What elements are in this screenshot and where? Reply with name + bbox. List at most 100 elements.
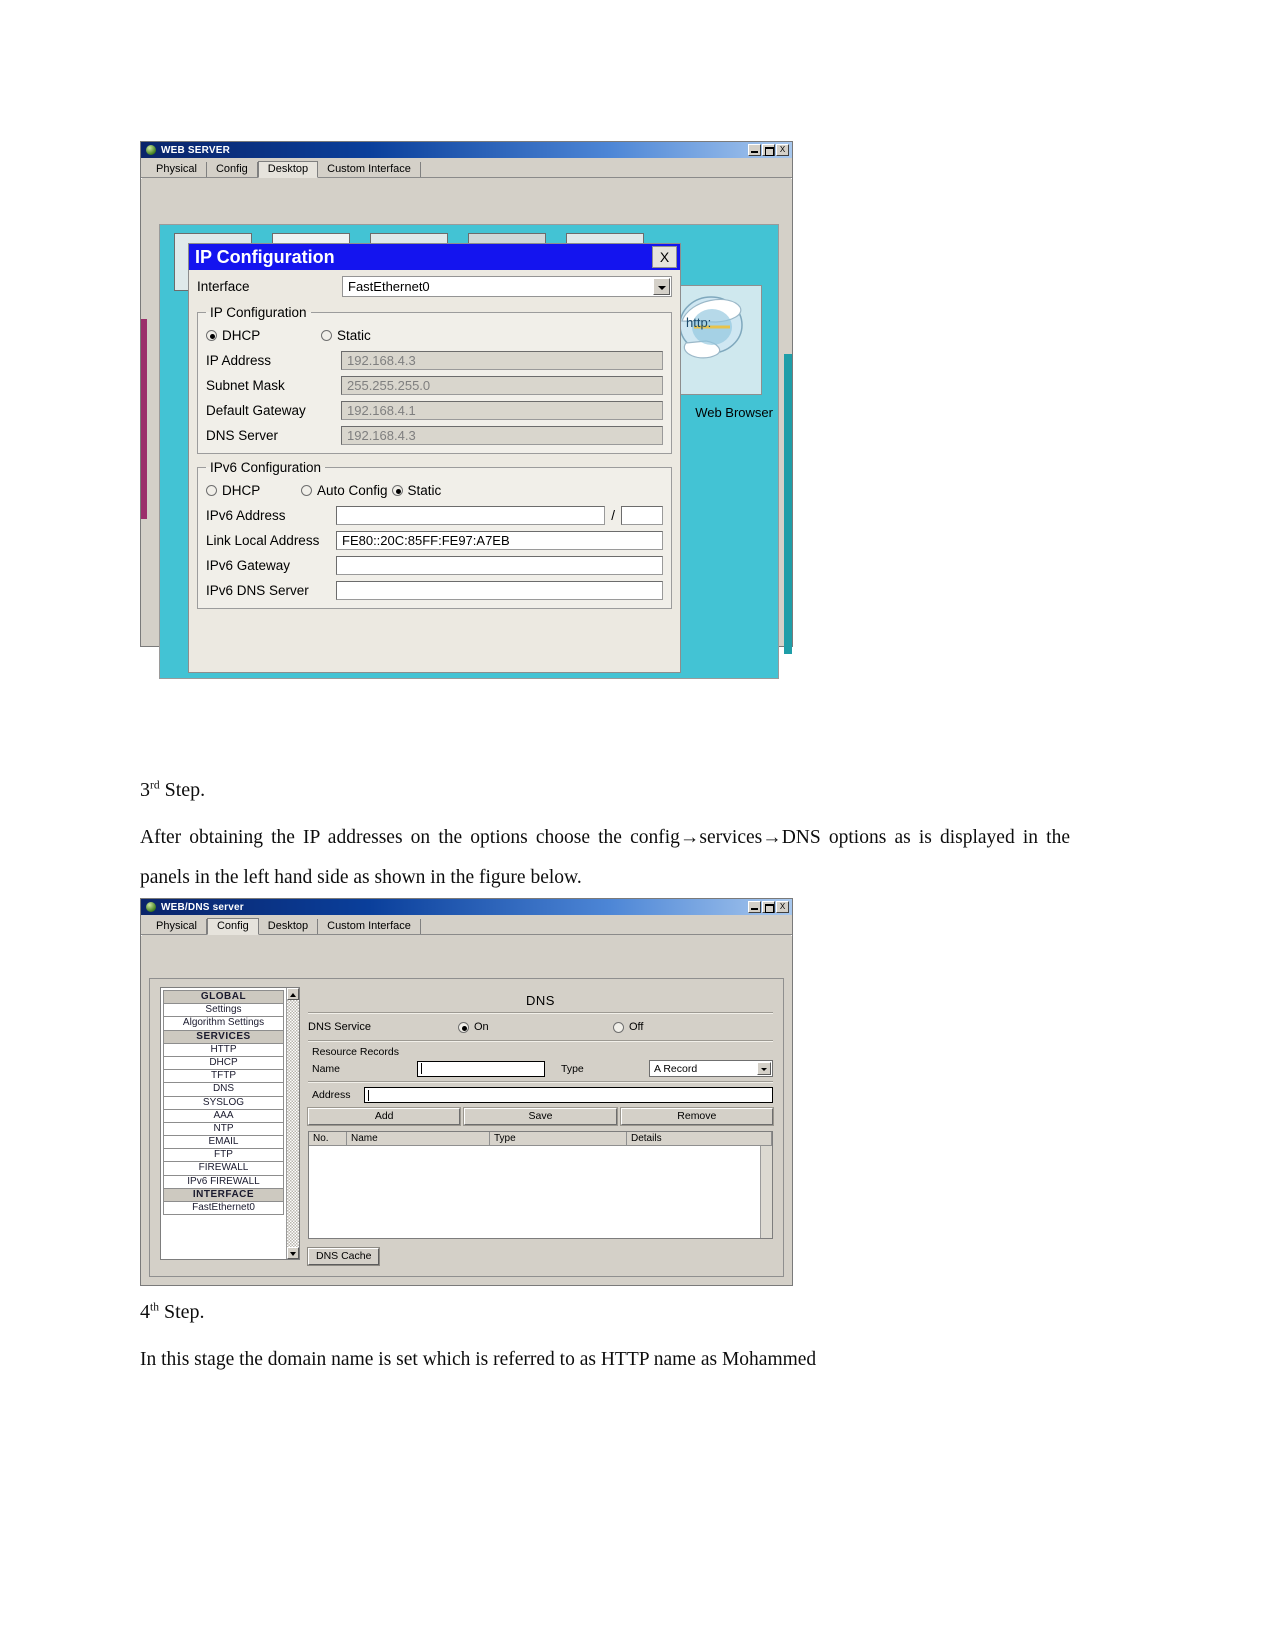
sidebar-item-ftp[interactable]: FTP — [163, 1148, 284, 1163]
ipv4-static-label: Static — [337, 328, 371, 343]
default-gateway-input[interactable]: 192.168.4.1 — [341, 401, 663, 420]
maximize-button[interactable] — [762, 901, 775, 913]
ipv6-static-label: Static — [407, 483, 442, 498]
subnet-mask-label: Subnet Mask — [206, 378, 285, 393]
fig2-window-title: WEB/DNS server — [161, 901, 244, 913]
dns-server-input[interactable]: 192.168.4.3 — [341, 426, 663, 445]
ipv6-gateway-input[interactable] — [336, 556, 663, 575]
sidebar-item-dhcp[interactable]: DHCP — [163, 1055, 284, 1071]
ipv6-dns-server-input[interactable] — [336, 581, 663, 600]
close-icon[interactable]: X — [652, 246, 677, 268]
sidebar-item-settings[interactable]: Settings — [163, 1003, 284, 1018]
minimize-button[interactable] — [748, 144, 761, 156]
prefix-separator: / — [611, 508, 615, 523]
dns-service-off-radio[interactable]: Off — [613, 1021, 643, 1033]
resource-record-address-row: Address — [308, 1087, 773, 1103]
close-button[interactable]: X — [776, 144, 789, 156]
ipv4-dhcp-radio[interactable]: DHCP — [206, 328, 321, 343]
column-header-details[interactable]: Details — [627, 1132, 772, 1146]
resource-records-label: Resource Records — [312, 1046, 399, 1058]
resource-record-name-row: Name Type A Record — [308, 1060, 773, 1077]
ipv4-static-radio[interactable]: Static — [321, 328, 371, 343]
table-body — [309, 1146, 772, 1238]
ipv6-static-radio[interactable]: Static — [391, 483, 442, 498]
tab-custom-interface[interactable]: Custom Interface — [318, 919, 421, 934]
ipv6-prefix-input[interactable] — [621, 506, 663, 525]
sidebar-item-http[interactable]: HTTP — [163, 1042, 284, 1057]
svg-text:http:: http: — [686, 315, 711, 330]
config-sidebar: GLOBAL Settings Algorithm Settings SERVI… — [160, 987, 300, 1260]
ipv6-dhcp-radio[interactable]: DHCP — [206, 483, 301, 498]
column-header-name[interactable]: Name — [347, 1132, 490, 1146]
ipv6-dhcp-label: DHCP — [222, 483, 261, 498]
ipv6-address-input[interactable] — [336, 506, 606, 525]
chevron-down-icon[interactable] — [653, 278, 670, 295]
remove-button[interactable]: Remove — [620, 1108, 773, 1125]
tab-config[interactable]: Config — [206, 162, 258, 177]
name-label: Name — [312, 1062, 341, 1075]
interface-label: Interface — [197, 279, 250, 294]
ipv6-group-label: IPv6 Configuration — [210, 460, 322, 475]
tab-custom-interface[interactable]: Custom Interface — [318, 162, 421, 177]
chevron-down-icon[interactable] — [757, 1062, 771, 1075]
scroll-down-icon[interactable] — [287, 1247, 299, 1259]
fig1-titlebar[interactable]: WEB SERVER X — [141, 142, 792, 158]
sidebar-item-ipv6-firewall[interactable]: IPv6 FIREWALL — [163, 1174, 284, 1189]
record-type-select[interactable]: A Record — [649, 1060, 773, 1077]
sidebar-item-dns[interactable]: DNS — [163, 1082, 284, 1097]
table-scrollbar[interactable] — [760, 1146, 772, 1238]
record-name-input[interactable] — [417, 1060, 545, 1077]
maximize-button[interactable] — [762, 144, 775, 156]
radio-selected-icon — [458, 1021, 469, 1033]
sidebar-item-fastethernet0[interactable]: FastEthernet0 — [163, 1201, 284, 1216]
text-caret — [368, 1089, 369, 1101]
add-button[interactable]: Add — [308, 1108, 461, 1125]
interface-select[interactable]: FastEthernet0 — [342, 276, 672, 297]
tab-physical[interactable]: Physical — [147, 162, 207, 177]
step4-paragraph: In this stage the domain name is set whi… — [140, 1349, 817, 1370]
right-color-strip — [784, 354, 792, 654]
fig2-titlebar[interactable]: WEB/DNS server X — [141, 899, 792, 915]
tab-desktop[interactable]: Desktop — [257, 161, 319, 178]
packet-tracer-device-icon — [145, 144, 157, 156]
minimize-button[interactable] — [748, 901, 761, 913]
column-header-no[interactable]: No. — [309, 1132, 347, 1146]
sidebar-item-aaa[interactable]: AAA — [163, 1108, 284, 1123]
tab-physical[interactable]: Physical — [147, 919, 207, 934]
ipv4-group-label: IP Configuration — [210, 305, 307, 320]
ipv6-auto-config-radio[interactable]: Auto Config — [301, 483, 388, 498]
column-header-type[interactable]: Type — [490, 1132, 627, 1146]
dns-cache-button[interactable]: DNS Cache — [308, 1248, 380, 1265]
ip-address-input[interactable]: 192.168.4.3 — [341, 351, 663, 370]
sidebar-header-interface: INTERFACE — [163, 1187, 284, 1202]
sidebar-item-firewall[interactable]: FIREWALL — [163, 1161, 284, 1176]
fig1-tab-strip: Physical Config Desktop Custom Interface — [141, 158, 792, 178]
ip-configuration-dialog: IP Configuration X Interface FastEtherne… — [188, 243, 681, 673]
sidebar-item-email[interactable]: EMAIL — [163, 1135, 284, 1150]
radio-unselected-icon — [613, 1021, 624, 1033]
link-local-address-label: Link Local Address — [206, 533, 320, 548]
sidebar-item-algorithm-settings[interactable]: Algorithm Settings — [163, 1016, 284, 1031]
dns-settings-pane: DNS DNS Service On Off Resource Records — [308, 987, 773, 1265]
record-address-input[interactable] — [364, 1087, 773, 1103]
sidebar-item-ntp[interactable]: NTP — [163, 1121, 284, 1137]
close-button[interactable]: X — [776, 901, 789, 913]
link-local-address-input[interactable]: FE80::20C:85FF:FE97:A7EB — [336, 531, 663, 550]
tab-desktop[interactable]: Desktop — [258, 919, 319, 934]
sidebar-item-tftp[interactable]: TFTP — [163, 1069, 284, 1084]
dns-service-on-radio[interactable]: On — [458, 1021, 613, 1033]
interface-row: Interface FastEthernet0 — [189, 270, 680, 299]
config-content-area: GLOBAL Settings Algorithm Settings SERVI… — [149, 978, 784, 1277]
scroll-up-icon[interactable] — [287, 988, 299, 1000]
tab-config[interactable]: Config — [206, 918, 259, 935]
subnet-mask-input[interactable]: 255.255.255.0 — [341, 376, 663, 395]
sidebar-item-syslog[interactable]: SYSLOG — [163, 1095, 284, 1110]
scrollbar-track[interactable] — [287, 1000, 299, 1247]
ipv6-address-label: IPv6 Address — [206, 508, 286, 523]
fig2-window-controls: X — [748, 901, 790, 913]
fig2-tab-strip: Physical Config Desktop Custom Interface — [141, 915, 792, 935]
save-button[interactable]: Save — [464, 1108, 617, 1125]
internet-explorer-icon[interactable]: http: — [672, 291, 746, 363]
radio-unselected-icon — [206, 485, 217, 496]
sidebar-scrollbar[interactable] — [286, 988, 299, 1259]
